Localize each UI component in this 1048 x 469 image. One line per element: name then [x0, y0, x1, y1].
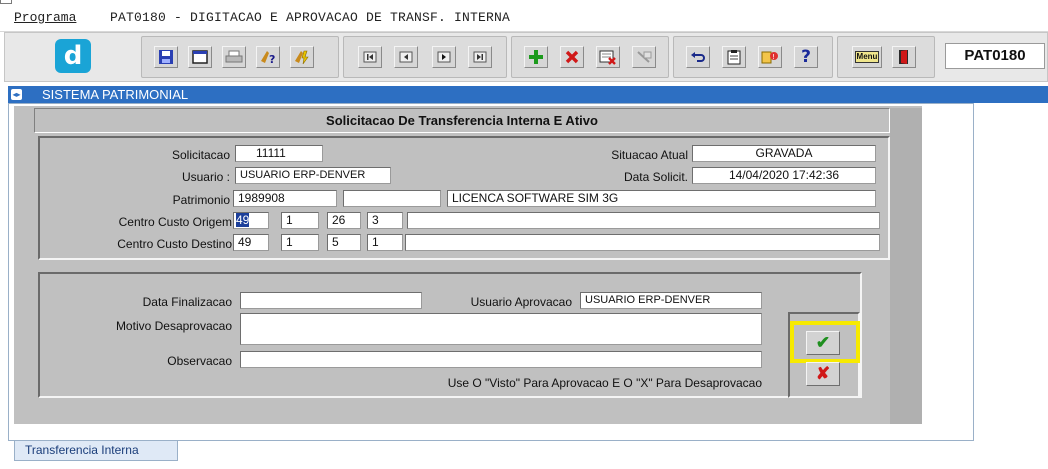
toolbar: d ? ! ? Menu PAT0180 — [4, 32, 1048, 82]
logo-letter: d — [63, 41, 83, 71]
situacao-atual-label: Situacao Atual — [611, 148, 688, 162]
system-title: SISTEMA PATRIMONIAL — [42, 87, 189, 102]
situacao-atual-field[interactable]: GRAVADA — [692, 145, 876, 162]
motivo-desaprovacao-field[interactable] — [240, 313, 762, 345]
menu-programa[interactable]: Programa — [14, 10, 76, 25]
origem-description-field[interactable] — [407, 212, 880, 229]
patrimonio-field[interactable]: 1989908 — [233, 190, 337, 207]
origem-field-3[interactable]: 26 — [327, 212, 361, 229]
centro-custo-destino-label: Centro Custo Destino — [117, 237, 232, 251]
execute-query-icon[interactable] — [290, 46, 314, 68]
print-icon[interactable] — [222, 46, 246, 68]
patrimonio-label: Patrimonio — [172, 193, 230, 207]
list-values-icon[interactable]: ! — [758, 46, 782, 68]
oracle-forms-window: Programa PAT0180 - DIGITACAO E APROVACAO… — [0, 0, 1048, 469]
centro-custo-origem-label: Centro Custo Origem — [118, 215, 232, 229]
canvas-right-strip — [890, 108, 922, 424]
origem-field-1-selection: 49 — [236, 213, 250, 227]
exit-icon[interactable] — [892, 46, 916, 68]
app-logo: d — [55, 39, 91, 73]
tab-transferencia-interna[interactable]: Transferencia Interna — [14, 441, 178, 461]
clipboard-icon[interactable] — [722, 46, 746, 68]
destino-field-1[interactable]: 49 — [233, 234, 269, 251]
first-record-icon[interactable] — [358, 46, 382, 68]
toolbar-group-file: ? — [141, 36, 339, 78]
undo-icon[interactable] — [686, 46, 710, 68]
reject-x-icon: ✘ — [815, 364, 831, 383]
form-title: Solicitacao De Transferencia Interna E A… — [326, 113, 598, 128]
help-icon[interactable]: ? — [794, 46, 818, 68]
usuario-aprovacao-field[interactable]: USUARIO ERP-DENVER — [580, 292, 762, 309]
origem-field-1[interactable]: 49 — [233, 212, 269, 229]
toolbar-group-menu: Menu — [837, 36, 935, 78]
usuario-field[interactable]: USUARIO ERP-DENVER — [235, 167, 391, 184]
data-solicit-field[interactable]: 14/04/2020 17:42:36 — [692, 167, 876, 184]
approve-button[interactable]: ✔ — [806, 331, 840, 355]
help-query-icon[interactable]: ? — [256, 46, 280, 68]
observacao-label: Observacao — [167, 354, 232, 368]
data-solicit-label: Data Solicit. — [623, 170, 688, 184]
destino-field-4[interactable]: 1 — [367, 234, 403, 251]
origem-field-4[interactable]: 3 — [367, 212, 403, 229]
insert-record-icon[interactable] — [524, 46, 548, 68]
solicitacao-field[interactable]: 11111 — [235, 145, 323, 162]
previous-record-icon[interactable] — [394, 46, 418, 68]
toolbar-group-records — [511, 36, 669, 78]
toolbar-group-edit: ! ? — [673, 36, 833, 78]
destino-field-2[interactable]: 1 — [281, 234, 319, 251]
checkmark-icon: ✔ — [815, 333, 831, 352]
usuario-label: Usuario : — [181, 170, 230, 184]
frame-right-area — [974, 103, 1048, 441]
window-corner — [0, 0, 12, 4]
window-title: PAT0180 - DIGITACAO E APROVACAO DE TRANS… — [110, 10, 511, 25]
menu-bar: Programa PAT0180 - DIGITACAO E APROVACAO… — [0, 0, 1048, 32]
next-record-icon[interactable] — [432, 46, 456, 68]
duplicate-record-icon[interactable] — [632, 46, 656, 68]
last-record-icon[interactable] — [468, 46, 492, 68]
data-finalizacao-label: Data Finalizacao — [142, 295, 232, 309]
patrimonio-description-field[interactable]: LICENCA SOFTWARE SIM 3G — [447, 190, 876, 207]
origem-field-2[interactable]: 1 — [281, 212, 319, 229]
data-finalizacao-field[interactable] — [240, 292, 422, 309]
program-code-field: PAT0180 — [945, 43, 1045, 69]
clear-record-icon[interactable] — [596, 46, 620, 68]
menu-icon[interactable]: Menu — [852, 46, 882, 68]
svg-text:?: ? — [269, 53, 275, 65]
save-icon[interactable] — [154, 46, 178, 68]
solicitacao-label: Solicitacao — [171, 148, 230, 162]
toolbar-group-navigation — [343, 36, 507, 78]
menu-icon-text: Menu — [854, 51, 880, 63]
destino-field-3[interactable]: 5 — [327, 234, 361, 251]
approval-hint-text: Use O "Visto" Para Aprovacao E O "X" Par… — [447, 376, 762, 390]
usuario-aprovacao-label: Usuario Aprovacao — [470, 295, 572, 309]
system-title-bar: ◂▸ SISTEMA PATRIMONIAL — [8, 86, 1048, 103]
menu-programa-label[interactable]: Programa — [14, 10, 76, 25]
help-icon-text: ? — [801, 46, 811, 67]
reject-button[interactable]: ✘ — [806, 362, 840, 386]
delete-record-icon[interactable] — [560, 46, 584, 68]
patrimonio-extra-field[interactable] — [343, 190, 441, 207]
form-window-icon: ◂▸ — [11, 89, 22, 100]
observacao-field[interactable] — [240, 351, 762, 368]
window-icon[interactable] — [188, 46, 212, 68]
destino-description-field[interactable] — [405, 234, 880, 251]
svg-text:!: ! — [772, 53, 775, 61]
motivo-desaprovacao-label: Motivo Desaprovacao — [115, 319, 232, 333]
